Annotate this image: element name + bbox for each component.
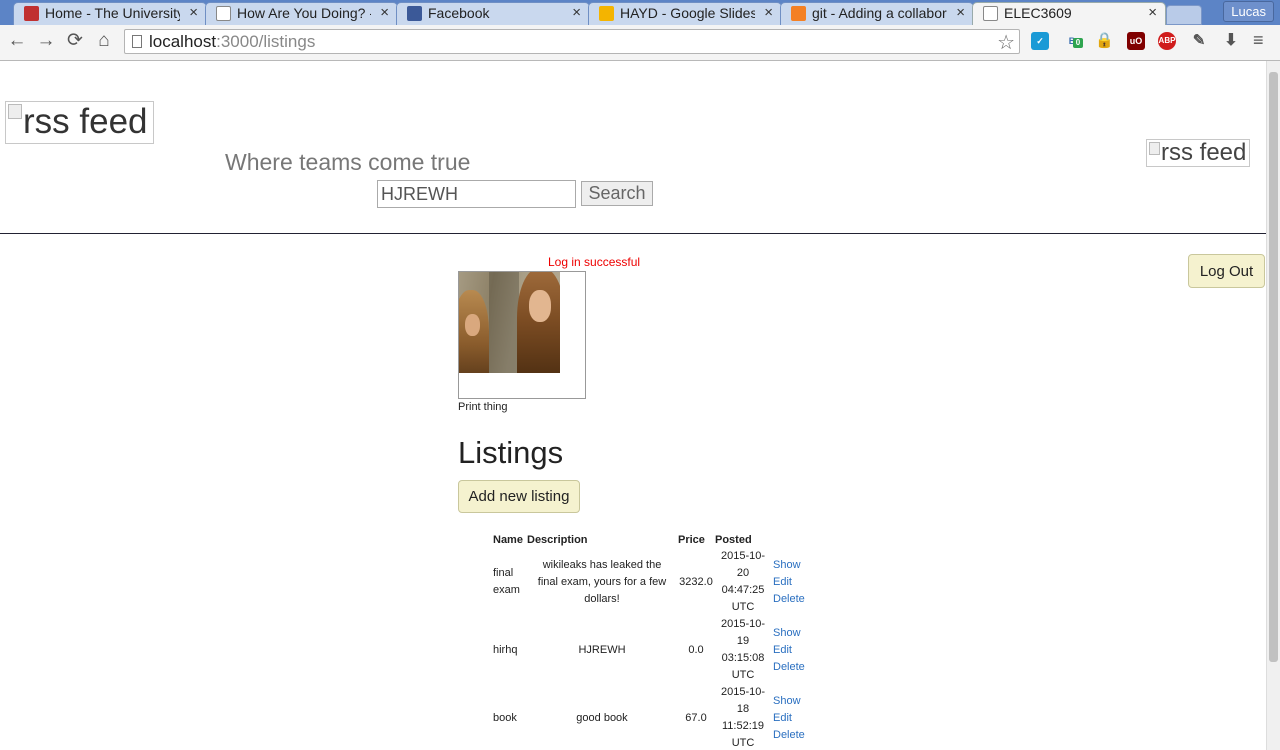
listing-description: wikileaks has leaked the final exam, you… bbox=[537, 559, 667, 605]
rss-feed-logo-left: rss feed bbox=[5, 101, 154, 144]
lock-icon[interactable]: 🔒 bbox=[1095, 32, 1114, 50]
stackoverflow-icon bbox=[791, 6, 806, 21]
scrollbar-thumb[interactable] bbox=[1269, 72, 1278, 662]
tab-facebook[interactable]: Facebook × bbox=[396, 2, 590, 25]
profile-photo bbox=[459, 272, 560, 373]
menu-icon[interactable]: ≡ bbox=[1253, 30, 1264, 51]
listing-description: good book bbox=[576, 712, 628, 724]
extension-badge: 0 bbox=[1073, 38, 1083, 48]
facebook-icon bbox=[407, 6, 422, 21]
close-icon[interactable]: × bbox=[956, 4, 965, 21]
broken-image-icon bbox=[1149, 142, 1160, 155]
column-header-description: Description bbox=[527, 534, 588, 546]
page-icon bbox=[983, 6, 998, 21]
tab-title: Facebook bbox=[428, 5, 490, 21]
google-slides-icon bbox=[599, 6, 614, 21]
show-link[interactable]: Show bbox=[773, 625, 813, 642]
user-profile-button[interactable]: Lucas bbox=[1223, 1, 1274, 22]
adblock-icon[interactable]: ABP bbox=[1158, 32, 1176, 50]
header-divider bbox=[0, 233, 1266, 234]
listing-description: HJREWH bbox=[578, 644, 626, 656]
listing-actions: Show Edit Delete bbox=[773, 693, 813, 744]
tab-title: ELEC3609 bbox=[1004, 5, 1072, 21]
tab-title: How Are You Doing? - A bbox=[237, 5, 371, 21]
url-path: :3000/listings bbox=[216, 32, 316, 51]
column-header-posted: Posted bbox=[715, 534, 752, 546]
logout-button[interactable]: Log Out bbox=[1188, 254, 1265, 288]
listing-name: final exam bbox=[493, 567, 520, 596]
site-tagline: Where teams come true bbox=[225, 149, 471, 175]
download-icon[interactable]: ⬇ bbox=[1222, 32, 1240, 50]
tab-how-are-you-doing[interactable]: How Are You Doing? - A × bbox=[205, 2, 398, 25]
edit-link[interactable]: Edit bbox=[773, 642, 813, 659]
table-row: book good book 67.0 2015-10- 18 11:52:19… bbox=[493, 684, 823, 750]
tab-title: git - Adding a collabora bbox=[812, 5, 947, 21]
broken-image-icon bbox=[8, 104, 22, 119]
table-row: hirhq HJREWH 0.0 2015-10- 19 03:15:08 UT… bbox=[493, 616, 823, 684]
search-button[interactable]: Search bbox=[581, 181, 653, 206]
image-alt-text: rss feed bbox=[1161, 139, 1247, 166]
image-alt-text: rss feed bbox=[23, 102, 148, 141]
delete-link[interactable]: Delete bbox=[773, 659, 813, 676]
profile-caption: Print thing bbox=[458, 401, 508, 413]
url-text: localhost:3000/listings bbox=[149, 32, 315, 52]
tab-git-collaborator[interactable]: git - Adding a collabora × bbox=[780, 2, 974, 25]
new-tab-button[interactable] bbox=[1166, 5, 1202, 25]
tab-title: Home - The University bbox=[45, 5, 180, 21]
close-icon[interactable]: × bbox=[764, 4, 773, 21]
table-row: final exam wikileaks has leaked the fina… bbox=[493, 548, 823, 616]
flash-notice: Log in successful bbox=[548, 255, 641, 269]
delete-link[interactable]: Delete bbox=[773, 591, 813, 608]
listing-posted: 2015-10- 18 11:52:19 UTC bbox=[720, 686, 766, 749]
page-icon bbox=[132, 35, 142, 48]
column-header-name: Name bbox=[493, 534, 523, 546]
network-extension-icon[interactable]: B 0 bbox=[1063, 32, 1083, 50]
eyedropper-icon[interactable]: ✎ bbox=[1190, 32, 1208, 50]
show-link[interactable]: Show bbox=[773, 693, 813, 710]
listing-actions: Show Edit Delete bbox=[773, 625, 813, 676]
page-title: Listings bbox=[458, 435, 564, 470]
university-crest-icon bbox=[24, 6, 39, 21]
listing-posted: 2015-10- 20 04:47:25 UTC bbox=[720, 550, 766, 613]
back-icon[interactable]: ← bbox=[6, 30, 28, 52]
browser-toolbar: ← → ⟳ ⌂ localhost:3000/listings ☆ ✓ B 0 … bbox=[0, 25, 1280, 61]
tab-title: HAYD - Google Slides bbox=[620, 5, 755, 21]
listing-name: hirhq bbox=[493, 644, 518, 656]
search-input[interactable] bbox=[377, 180, 576, 208]
bookmark-star-icon[interactable]: ☆ bbox=[997, 30, 1015, 55]
edit-link[interactable]: Edit bbox=[773, 574, 813, 591]
forward-icon[interactable]: → bbox=[35, 30, 57, 52]
listing-actions: Show Edit Delete bbox=[773, 557, 813, 608]
listing-name: book bbox=[493, 712, 517, 724]
delete-link[interactable]: Delete bbox=[773, 727, 813, 744]
reload-icon[interactable]: ⟳ bbox=[64, 30, 86, 52]
url-host: localhost bbox=[149, 32, 217, 51]
listing-price: 67.0 bbox=[685, 712, 707, 724]
close-icon[interactable]: × bbox=[572, 4, 581, 21]
vertical-scrollbar[interactable] bbox=[1266, 61, 1280, 750]
listing-posted: 2015-10- 19 03:15:08 UTC bbox=[720, 618, 766, 681]
close-icon[interactable]: × bbox=[189, 4, 198, 21]
ublock-icon[interactable]: uO bbox=[1127, 32, 1145, 50]
add-new-listing-button[interactable]: Add new listing bbox=[458, 480, 580, 513]
edit-link[interactable]: Edit bbox=[773, 710, 813, 727]
tab-google-slides[interactable]: HAYD - Google Slides × bbox=[588, 2, 782, 25]
listing-price: 0.0 bbox=[688, 644, 704, 656]
column-header-price: Price bbox=[678, 534, 705, 546]
page-viewport: rss feed rss feed Where teams come true … bbox=[0, 61, 1266, 750]
listing-price: 3232.0 bbox=[679, 576, 713, 588]
rss-feed-logo-right: rss feed bbox=[1146, 139, 1250, 167]
checkmark-extension-icon[interactable]: ✓ bbox=[1031, 32, 1049, 50]
close-icon[interactable]: × bbox=[1148, 4, 1157, 21]
tab-elec3609[interactable]: ELEC3609 × bbox=[972, 2, 1166, 25]
close-icon[interactable]: × bbox=[380, 4, 389, 21]
home-icon[interactable]: ⌂ bbox=[93, 30, 115, 52]
show-link[interactable]: Show bbox=[773, 557, 813, 574]
tab-strip: Home - The University × How Are You Doin… bbox=[0, 0, 1280, 25]
address-bar[interactable]: localhost:3000/listings ☆ bbox=[124, 29, 1020, 54]
tab-home-university[interactable]: Home - The University × bbox=[13, 2, 207, 25]
profile-image-frame bbox=[458, 271, 586, 399]
page-icon bbox=[216, 6, 231, 21]
